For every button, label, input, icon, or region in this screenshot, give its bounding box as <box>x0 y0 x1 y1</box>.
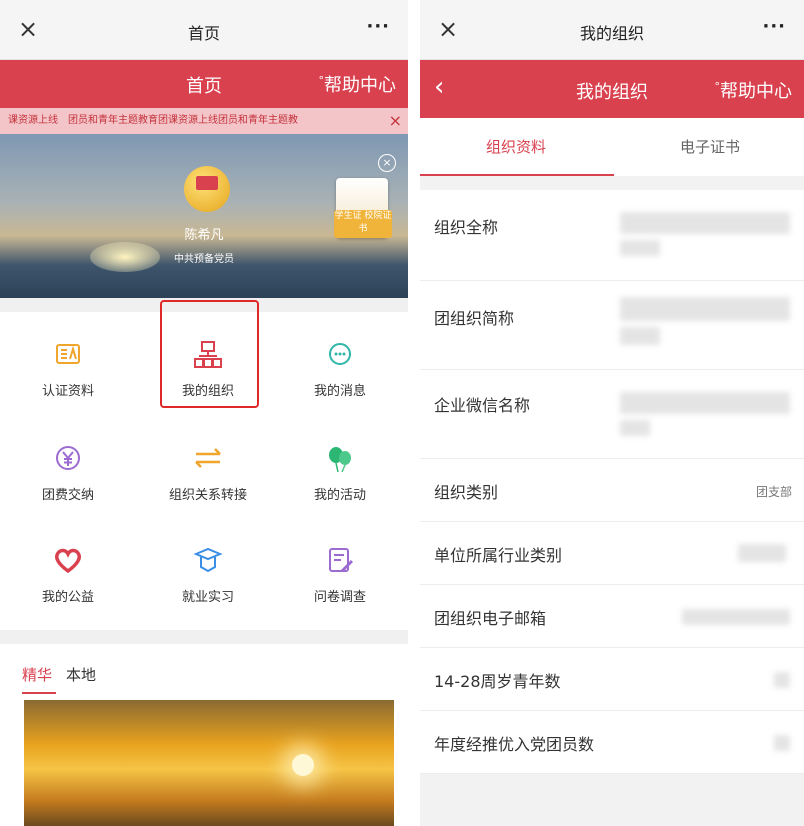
announcement-ticker[interactable]: 课资源上线 团员和青年主题教育团课资源上线团员和青年主题教 × <box>0 108 408 134</box>
grid-item-my-messages[interactable]: 我的消息 <box>272 312 408 418</box>
info-label: 年度经推优入党团员数 <box>434 735 595 754</box>
tab-org-info[interactable]: 组织资料 <box>486 136 546 157</box>
redacted-value <box>682 609 790 625</box>
wechat-topbar: × 我的组织 ··· <box>420 0 804 60</box>
info-row-party-recommend-count: 年度经推优入党团员数 <box>420 711 804 774</box>
my-org-screen: × 我的组织 ··· ‹ 我的组织 °帮助中心 组织资料 电子证书 组织全称 团… <box>420 0 804 826</box>
org-tabs: 组织资料 电子证书 <box>420 118 804 176</box>
redacted-value <box>620 240 660 256</box>
chat-bubble-icon <box>329 343 351 365</box>
graduation-cap-icon <box>193 547 223 573</box>
grid-item-org-transfer[interactable]: 组织关系转接 <box>140 416 276 522</box>
feed-photo[interactable] <box>24 700 394 826</box>
grid-item-label: 我的公益 <box>41 590 94 605</box>
page-title: 首页 <box>187 24 220 43</box>
heart-icon <box>55 548 81 574</box>
info-label: 企业微信名称 <box>434 396 531 415</box>
ticker-close-icon[interactable]: × <box>384 108 402 134</box>
info-label: 组织类别 <box>434 483 499 502</box>
user-status: 中共预备党员 <box>174 254 234 265</box>
app-header: ‹ 我的组织 °帮助中心 <box>420 60 804 118</box>
banner-close-icon[interactable]: × <box>378 154 396 172</box>
tab-local[interactable]: 本地 <box>66 664 96 685</box>
grid-item-fee-payment[interactable]: 团费交纳 <box>0 416 136 522</box>
profile-banner: 陈希凡 中共预备党员 学生证 校院证书 × <box>0 134 408 298</box>
help-center-link[interactable]: °帮助中心 <box>319 71 397 97</box>
info-row-wecom-name: 企业微信名称 <box>420 370 804 459</box>
redacted-value <box>620 212 790 234</box>
grid-item-auth-info[interactable]: 认证资料 <box>0 312 136 418</box>
help-center-label: 帮助中心 <box>324 75 396 96</box>
info-label: 14-28周岁青年数 <box>434 672 561 691</box>
redacted-value <box>620 392 790 414</box>
tab-underline <box>420 174 614 176</box>
grid-item-label: 团费交纳 <box>41 488 94 503</box>
highlight-box <box>160 300 259 408</box>
redacted-value <box>620 327 660 345</box>
redacted-value <box>774 672 790 688</box>
info-row-org-type: 组织类别 团支部 <box>420 459 804 522</box>
grid-item-my-charity[interactable]: 我的公益 <box>0 518 136 624</box>
tab-underline <box>22 692 56 694</box>
info-label: 团组织电子邮箱 <box>434 609 547 628</box>
more-icon[interactable]: ··· <box>366 16 390 37</box>
info-value: 团支部 <box>755 485 792 499</box>
grid-item-label: 组织关系转接 <box>168 488 247 503</box>
redacted-value <box>738 544 786 562</box>
redacted-value <box>620 297 790 321</box>
more-icon[interactable]: ··· <box>762 16 786 37</box>
certificate-label[interactable]: 学生证 校院证书 <box>334 210 392 238</box>
info-label: 团组织简称 <box>434 309 515 328</box>
tab-featured[interactable]: 精华 <box>22 664 52 685</box>
app-header: 首页 °帮助中心 <box>0 60 408 108</box>
info-row-short-name: 团组织简称 <box>420 281 804 370</box>
tab-e-certificate[interactable]: 电子证书 <box>680 136 740 157</box>
page-title: 我的组织 <box>579 24 644 43</box>
id-card-icon <box>56 344 80 364</box>
wechat-topbar: × 首页 ··· <box>0 0 408 60</box>
grid-item-employment[interactable]: 就业实习 <box>140 518 276 624</box>
home-screen: × 首页 ··· 首页 °帮助中心 课资源上线 团员和青年主题教育团课资源上线团… <box>0 0 408 826</box>
redacted-value <box>620 420 650 436</box>
transfer-arrows-icon <box>195 448 221 468</box>
grid-item-label: 我的活动 <box>313 488 366 503</box>
balloons-icon <box>329 447 351 473</box>
photo-sun <box>292 754 314 776</box>
info-label: 组织全称 <box>434 218 499 237</box>
help-center-label: 帮助中心 <box>720 81 792 102</box>
grid-item-my-activities[interactable]: 我的活动 <box>272 416 408 522</box>
help-center-link[interactable]: °帮助中心 <box>715 77 793 103</box>
info-label: 单位所属行业类别 <box>434 546 563 565</box>
survey-edit-icon <box>329 548 353 572</box>
yuan-coin-icon <box>56 446 80 470</box>
grid-item-label: 我的消息 <box>313 384 366 399</box>
redacted-value <box>774 735 790 751</box>
grid-item-survey[interactable]: 问卷调查 <box>272 518 408 624</box>
feed-tabs: 精华 本地 <box>0 644 408 704</box>
info-row-email: 团组织电子邮箱 <box>420 585 804 648</box>
org-info-list: 组织全称 团组织简称 企业微信名称 组织类别 团支部 单位所属行业类别 团组织电… <box>420 190 804 774</box>
section-gap <box>0 630 408 644</box>
section-gap <box>420 176 804 190</box>
emblem-flag-icon <box>196 176 218 190</box>
info-row-youth-count: 14-28周岁青年数 <box>420 648 804 711</box>
grid-item-label: 认证资料 <box>41 384 94 399</box>
grid-item-label: 就业实习 <box>181 590 234 605</box>
grid-item-label: 问卷调查 <box>313 590 366 605</box>
info-row-full-name: 组织全称 <box>420 190 804 281</box>
info-row-industry: 单位所属行业类别 <box>420 522 804 585</box>
ticker-text: 课资源上线 团员和青年主题教育团课资源上线团员和青年主题教 <box>8 115 298 126</box>
